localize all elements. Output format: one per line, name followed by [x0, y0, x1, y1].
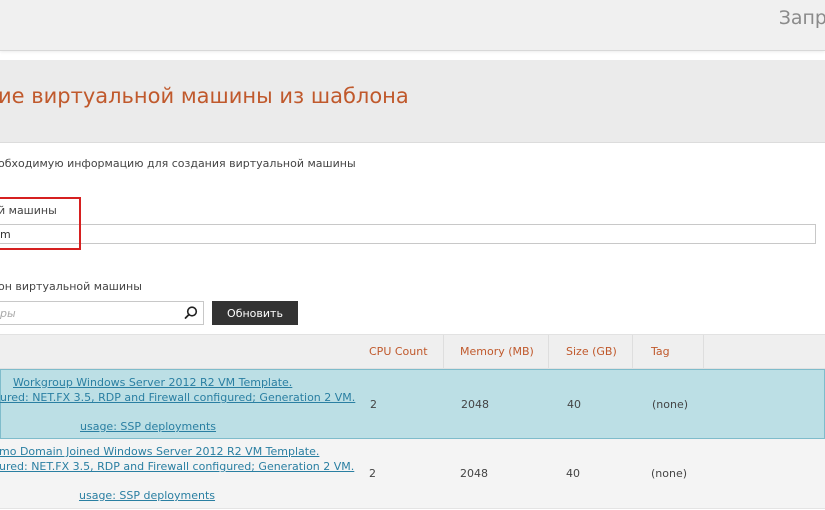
templates-table: CPU Count Memory (MB) Size (GB) Tag Work… [0, 334, 825, 509]
column-separator [703, 335, 704, 368]
size-cell: 40 [567, 398, 581, 411]
top-bar: Запр [0, 0, 825, 51]
vm-name-input[interactable] [0, 224, 816, 244]
column-separator [632, 335, 633, 368]
template-label: он виртуальной машины [0, 280, 142, 293]
refresh-button[interactable]: Обновить [212, 301, 298, 325]
table-header: CPU Count Memory (MB) Size (GB) Tag [0, 334, 825, 369]
instructions-text: обходимую информацию для создания виртуа… [0, 157, 356, 170]
template-description-line[interactable]: Workgroup Windows Server 2012 R2 VM Temp… [13, 376, 292, 389]
template-usage-line[interactable]: usage: SSP deployments [79, 489, 215, 502]
filter-input[interactable] [0, 302, 180, 324]
filter-box [0, 301, 204, 325]
tag-cell: (none) [651, 467, 688, 480]
template-usage-line[interactable]: usage: SSP deployments [80, 420, 216, 433]
topbar-title: Запр [778, 7, 825, 29]
memory-cell: 2048 [460, 467, 488, 480]
column-separator [548, 335, 549, 368]
size-cell: 40 [566, 467, 580, 480]
table-row[interactable]: mo Domain Joined Windows Server 2012 R2 … [0, 439, 825, 509]
column-memory[interactable]: Memory (MB) [460, 335, 534, 368]
column-tag[interactable]: Tag [651, 335, 670, 368]
template-description-line[interactable]: mo Domain Joined Windows Server 2012 R2 … [0, 445, 319, 458]
memory-cell: 2048 [461, 398, 489, 411]
search-icon[interactable] [183, 305, 199, 321]
vm-name-label: й машины [0, 204, 57, 217]
tag-cell: (none) [652, 398, 689, 411]
table-row[interactable]: Workgroup Windows Server 2012 R2 VM Temp… [0, 369, 825, 439]
template-description-line[interactable]: ured: NET.FX 3.5, RDP and Firewall confi… [0, 391, 355, 404]
column-cpu-count[interactable]: CPU Count [369, 335, 428, 368]
page-title: ие виртуальной машины из шаблона [0, 84, 409, 108]
column-separator [443, 335, 444, 368]
cpu-count-cell: 2 [369, 467, 376, 480]
column-size[interactable]: Size (GB) [566, 335, 617, 368]
cpu-count-cell: 2 [370, 398, 377, 411]
template-description-line[interactable]: ured: NET.FX 3.5, RDP and Firewall confi… [0, 460, 354, 473]
